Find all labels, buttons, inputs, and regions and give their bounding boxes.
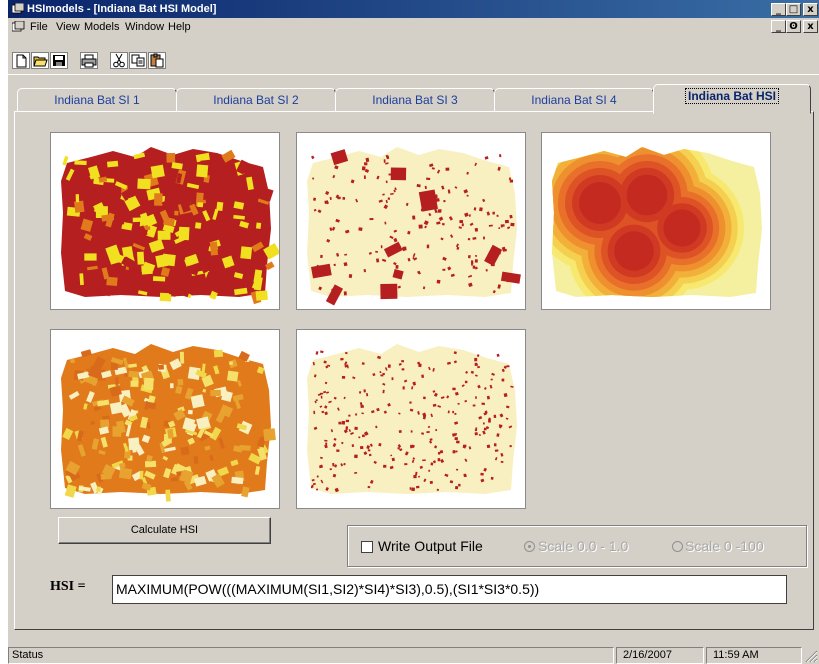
mdi-close-button[interactable]: x — [803, 20, 818, 33]
output-options-group: Write Output File Scale 0.0 - 1.0 Scale … — [347, 525, 807, 567]
tab-hsi[interactable]: Indiana Bat HSI — [653, 84, 811, 114]
toolbar — [8, 36, 819, 75]
menu-window[interactable]: Window — [125, 18, 164, 36]
new-document-button[interactable] — [12, 52, 30, 69]
paste-icon — [150, 53, 164, 68]
status-bar: Status 2/16/2007 11:59 AM — [8, 643, 819, 664]
scale-0-100-label: Scale 0 -100 — [685, 538, 764, 554]
scale-0-100-radio[interactable] — [672, 541, 683, 552]
mdi-minimize-button[interactable]: _ — [771, 20, 786, 33]
map-hsi — [296, 329, 526, 509]
status-date: 2/16/2007 — [616, 647, 704, 664]
minimize-button[interactable]: _ — [771, 3, 786, 16]
menu-file[interactable]: File — [30, 18, 48, 36]
copy-button[interactable] — [129, 52, 147, 69]
scale-0-1-radio[interactable] — [524, 541, 535, 552]
map-si1 — [50, 132, 280, 310]
status-time: 11:59 AM — [706, 647, 802, 664]
tab-si2-label: Indiana Bat SI 2 — [213, 93, 299, 107]
print-icon — [81, 54, 97, 68]
new-document-icon — [16, 54, 27, 68]
app-window: HSImodels - [Indiana Bat HSI Model] _ □ … — [7, 0, 819, 664]
tab-si3-label: Indiana Bat SI 3 — [372, 93, 458, 107]
scissors-icon — [113, 53, 125, 68]
tab-si2[interactable]: Indiana Bat SI 2 — [176, 88, 336, 112]
resize-grip-icon[interactable] — [804, 649, 818, 663]
paste-button[interactable] — [148, 52, 166, 69]
open-button[interactable] — [31, 52, 49, 69]
status-text: Status — [8, 647, 614, 664]
menu-models[interactable]: Models — [84, 18, 119, 36]
save-icon — [53, 55, 65, 66]
calculate-hsi-button[interactable]: Calculate HSI — [58, 517, 271, 544]
write-output-label: Write Output File — [378, 538, 483, 554]
si1-raster — [61, 147, 279, 305]
si2-raster — [307, 147, 521, 306]
document-icon[interactable] — [12, 21, 25, 33]
tab-si3[interactable]: Indiana Bat SI 3 — [335, 88, 495, 112]
menu-view[interactable]: View — [56, 18, 80, 36]
window-title: HSImodels - [Indiana Bat HSI Model] — [27, 3, 217, 15]
map-si2 — [296, 132, 526, 310]
hsi-formula-input[interactable]: MAXIMUM(POW(((MAXIMUM(SI1,SI2)*SI4)*SI3)… — [112, 575, 787, 604]
map-si3 — [541, 132, 771, 310]
tab-strip: Indiana Bat SI 1 Indiana Bat SI 2 Indian… — [14, 84, 814, 114]
title-bar[interactable]: HSImodels - [Indiana Bat HSI Model] _ □ … — [8, 0, 819, 18]
si3-raster — [552, 147, 762, 297]
menu-help[interactable]: Help — [168, 18, 191, 36]
maximize-button[interactable]: □ — [786, 3, 801, 16]
tab-si1-label: Indiana Bat SI 1 — [54, 93, 140, 107]
tab-si4[interactable]: Indiana Bat SI 4 — [494, 88, 654, 112]
save-button[interactable] — [50, 52, 68, 69]
hsi-raster — [307, 344, 517, 494]
write-output-checkbox[interactable] — [361, 541, 373, 553]
open-folder-icon — [33, 56, 48, 67]
copy-icon — [131, 54, 145, 67]
map-si4 — [50, 329, 280, 509]
tab-hsi-label: Indiana Bat HSI — [684, 88, 779, 104]
hsi-formula-label: HSI = — [50, 579, 86, 594]
tab-si4-label: Indiana Bat SI 4 — [531, 93, 617, 107]
si4-raster — [61, 344, 276, 502]
cut-button[interactable] — [110, 52, 128, 69]
scale-0-1-label: Scale 0.0 - 1.0 — [538, 538, 629, 554]
close-button[interactable]: x — [803, 3, 818, 16]
print-button[interactable] — [80, 52, 98, 69]
menu-bar: File View Models Window Help _ ʘ x — [8, 18, 819, 36]
app-icon — [12, 3, 24, 14]
mdi-restore-button[interactable]: ʘ — [786, 20, 801, 33]
tab-si1[interactable]: Indiana Bat SI 1 — [17, 88, 177, 112]
